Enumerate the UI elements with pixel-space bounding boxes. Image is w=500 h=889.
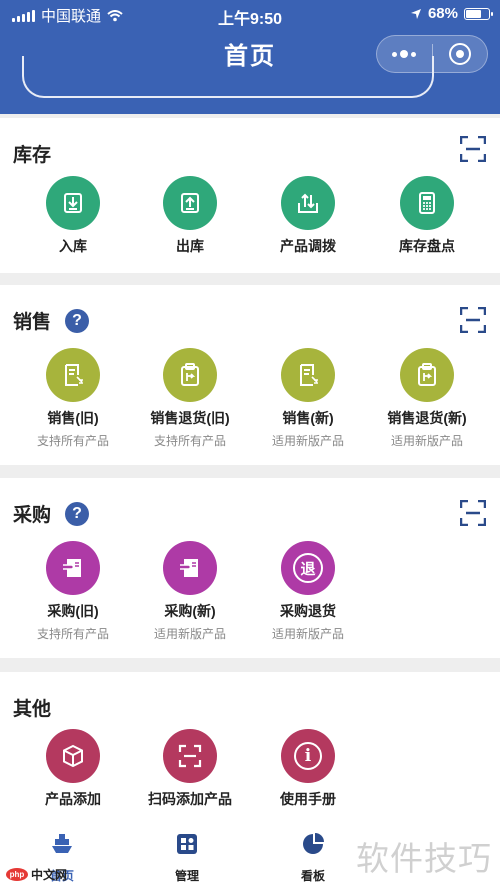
stocktake-button[interactable]: 库存盘点: [372, 176, 482, 256]
section-title: 其他: [13, 694, 51, 721]
manage-icon: [177, 834, 197, 854]
status-bar: 中国联通 上午9:50 68%: [0, 0, 500, 30]
info-glyph: i: [294, 742, 322, 770]
item-sublabel: 适用新版产品: [153, 627, 226, 641]
section-title-text: 销售: [13, 312, 52, 333]
outbound-button[interactable]: 出库: [135, 176, 245, 256]
section-title-text: 采购: [13, 505, 52, 526]
user-manual-button[interactable]: i 使用手册: [253, 729, 363, 809]
item-label: 销售(新): [282, 410, 334, 426]
location-arrow-icon: [410, 8, 421, 19]
item-label: 使用手册: [280, 791, 336, 807]
tab-label: 看板: [300, 869, 325, 883]
section-title: 库存: [13, 140, 51, 167]
item-label: 出库: [176, 238, 204, 254]
purchase-new-button[interactable]: 采购(新) 适用新版产品: [135, 541, 245, 642]
item-label: 销售退货(旧): [150, 410, 230, 426]
scan-icon[interactable]: [460, 500, 486, 526]
battery-icon: [464, 7, 493, 20]
section-title-text: 其他: [13, 699, 52, 720]
sales-new-button[interactable]: 销售(新) 适用新版产品: [253, 348, 363, 449]
purchase-icon: [163, 541, 217, 595]
stocktake-icon: [400, 176, 454, 230]
pie-dashboard-icon: [303, 833, 324, 854]
php-logo: php: [6, 868, 28, 881]
item-label: 采购(旧): [47, 603, 99, 619]
item-label: 销售(旧): [47, 410, 99, 426]
item-sublabel: 适用新版产品: [390, 434, 463, 448]
section-inventory: 库存 入库 出库 产品调拨 库存盘点: [0, 118, 500, 273]
section-sales: 销售? 销售(旧) 支持所有产品 销售退货(旧) 支持所有产品 销售(新) 适用…: [0, 285, 500, 465]
help-icon[interactable]: ?: [65, 501, 90, 526]
purchase-return-button[interactable]: 退 采购退货 适用新版产品: [253, 541, 363, 642]
item-label: 产品调拨: [280, 238, 336, 254]
transfer-button[interactable]: 产品调拨: [253, 176, 363, 256]
item-sublabel: 支持所有产品: [153, 434, 226, 448]
item-label: 产品添加: [45, 791, 101, 807]
item-sublabel: 支持所有产品: [36, 627, 109, 641]
scan-icon[interactable]: [460, 307, 486, 333]
sales-doc-icon: [281, 348, 335, 402]
item-sublabel: 适用新版产品: [271, 434, 344, 448]
help-icon[interactable]: ?: [65, 308, 90, 333]
info-icon: i: [281, 729, 335, 783]
inbound-icon: [46, 176, 100, 230]
scan-icon[interactable]: [460, 136, 486, 162]
item-label: 销售退货(新): [387, 410, 467, 426]
sales-return-new-button[interactable]: 销售退货(新) 适用新版产品: [372, 348, 482, 449]
clipboard-return-icon: [163, 348, 217, 402]
item-label: 采购(新): [164, 603, 216, 619]
sales-doc-icon: [46, 348, 100, 402]
scan-add-product-button[interactable]: 扫码添加产品: [135, 729, 245, 809]
scan-icon: [163, 729, 217, 783]
tab-manage[interactable]: 管理: [147, 832, 227, 884]
ship-home-icon: [52, 834, 72, 853]
header-bar: 中国联通 上午9:50 68% 首页: [0, 0, 500, 114]
section-purchase: 采购? 采购(旧) 支持所有产品 采购(新) 适用新版产品 退 采购退货 适用新…: [0, 478, 500, 658]
close-target-icon: [448, 43, 471, 65]
outbound-icon: [163, 176, 217, 230]
box-icon: [46, 729, 100, 783]
item-label: 入库: [59, 238, 87, 254]
purchase-icon: [46, 541, 100, 595]
item-sublabel: 适用新版产品: [271, 627, 344, 641]
purchase-old-button[interactable]: 采购(旧) 支持所有产品: [18, 541, 128, 642]
return-glyph: 退: [293, 553, 323, 583]
product-add-button[interactable]: 产品添加: [18, 729, 128, 809]
item-label: 库存盘点: [399, 238, 455, 254]
item-label: 采购退货: [280, 603, 336, 619]
sales-return-old-button[interactable]: 销售退货(旧) 支持所有产品: [135, 348, 245, 449]
section-other: 其他 产品添加 扫码添加产品 i 使用手册: [0, 672, 500, 822]
watermark-text: 软件技巧: [356, 840, 492, 877]
sales-old-button[interactable]: 销售(旧) 支持所有产品: [18, 348, 128, 449]
transfer-icon: [281, 176, 335, 230]
inbound-button[interactable]: 入库: [18, 176, 128, 256]
item-sublabel: 支持所有产品: [36, 434, 109, 448]
section-title: 采购?: [13, 500, 90, 527]
return-seal-icon: 退: [281, 541, 335, 595]
tab-label: 管理: [174, 869, 199, 883]
watermark-site: 中文网: [31, 868, 68, 882]
section-title: 销售?: [13, 307, 90, 334]
clipboard-return-icon: [400, 348, 454, 402]
item-label: 扫码添加产品: [148, 791, 232, 807]
tab-dashboard[interactable]: 看板: [273, 832, 353, 884]
section-title-text: 库存: [13, 145, 52, 166]
close-miniprogram-button[interactable]: [433, 36, 488, 72]
battery-percent: 68%: [427, 5, 458, 22]
search-bar[interactable]: [22, 56, 434, 98]
